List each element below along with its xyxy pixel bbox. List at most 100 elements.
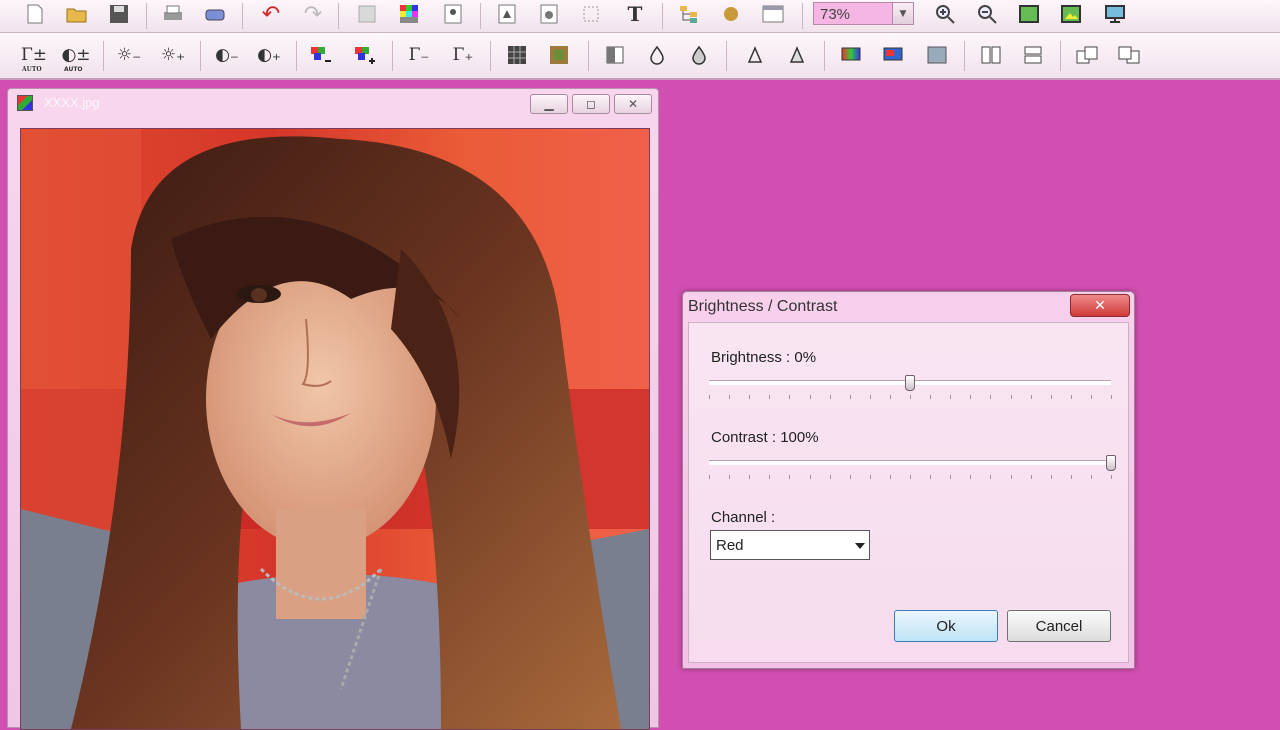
contrast-up-icon[interactable]: ◐₊ (254, 41, 284, 69)
window-icon[interactable] (758, 0, 788, 28)
brightness-ticks (709, 395, 1112, 401)
slider-tick (809, 395, 811, 399)
slider-tick (1050, 395, 1052, 399)
negative-icon[interactable] (922, 41, 952, 69)
slider-tick (729, 475, 731, 479)
slider-tick (1090, 475, 1092, 479)
minimize-button[interactable]: ▁ (530, 94, 568, 114)
zoom-combo[interactable]: 73% ▼ (813, 2, 914, 25)
filter-icon[interactable] (534, 0, 564, 28)
slider-tick (990, 395, 992, 399)
redo-icon[interactable]: ↷ (298, 0, 328, 28)
slider-tick (1010, 395, 1012, 399)
open-folder-icon[interactable] (62, 0, 92, 28)
fullscreen-icon[interactable] (1100, 0, 1130, 28)
slider-tick (1111, 475, 1112, 479)
triangle-shaded-icon[interactable] (782, 41, 812, 69)
zoom-value: 73% (820, 6, 851, 23)
flip-horizontal-icon[interactable] (976, 41, 1006, 69)
slider-tick (1030, 475, 1032, 479)
portrait-photo (21, 129, 649, 729)
slider-tick (769, 395, 771, 399)
mirror-icon[interactable] (600, 41, 630, 69)
close-button[interactable]: ✕ (614, 94, 652, 114)
rotate-right-icon[interactable] (1114, 41, 1144, 69)
brightness-down-icon[interactable]: ☼₋ (114, 41, 144, 69)
grid-icon[interactable] (502, 41, 532, 69)
ok-button[interactable]: Ok (894, 610, 998, 642)
gamma-down-icon[interactable]: Γ₋ (404, 41, 434, 69)
slider-tick (1070, 395, 1072, 399)
image-window: XXXX.jpg ▁ ◻ ✕ (7, 88, 659, 730)
scan-icon[interactable] (200, 0, 230, 28)
chevron-down-icon[interactable]: ▼ (892, 3, 913, 24)
photo-canvas[interactable] (20, 128, 650, 730)
color-balance-icon[interactable] (836, 41, 866, 69)
slider-tick (1010, 475, 1012, 479)
select-icon[interactable] (576, 0, 606, 28)
slider-tick (809, 475, 811, 479)
undo-icon[interactable]: ↶ (256, 0, 286, 28)
color-palette-icon[interactable] (394, 0, 424, 28)
actual-size-icon[interactable] (1056, 0, 1086, 28)
zoom-in-icon[interactable] (930, 0, 960, 28)
fit-window-icon[interactable] (1014, 0, 1044, 28)
image-window-title: XXXX.jpg (44, 95, 100, 110)
saturation-up-icon[interactable] (350, 41, 380, 69)
slider-tick (769, 475, 771, 479)
contrast-ticks (709, 475, 1112, 481)
slider-tick (950, 475, 952, 479)
slider-tick (709, 395, 710, 399)
text-tool-icon[interactable]: T (620, 0, 650, 28)
channel-select[interactable]: Red (710, 530, 870, 560)
crop-icon[interactable] (352, 0, 382, 28)
gamma-up-icon[interactable]: Γ₊ (448, 41, 478, 69)
save-icon[interactable] (104, 0, 134, 28)
slider-tick (869, 475, 871, 479)
slider-tick (990, 475, 992, 479)
slider-tick (709, 475, 710, 479)
maximize-button[interactable]: ◻ (572, 94, 610, 114)
contrast-label: Contrast : 100% (711, 429, 819, 446)
slider-tick (889, 475, 891, 479)
brightness-slider-thumb[interactable] (905, 375, 915, 391)
slider-tick (849, 475, 851, 479)
chevron-down-icon (855, 543, 865, 549)
slider-tick (1111, 395, 1112, 399)
zoom-out-icon[interactable] (972, 0, 1002, 28)
rotate-left-icon[interactable] (1072, 41, 1102, 69)
triangle-outline-icon[interactable] (740, 41, 770, 69)
auto-levels-icon[interactable]: Γ± AUTO (19, 41, 49, 73)
contrast-down-icon[interactable]: ◐₋ (212, 41, 242, 69)
blur-icon[interactable] (642, 41, 672, 69)
dialog-close-button[interactable]: ✕ (1070, 294, 1130, 317)
effects-icon[interactable] (438, 0, 468, 28)
auto-contrast-icon[interactable]: ◐± AUTO (61, 41, 91, 73)
main-toolbar: ↶ ↷ T 73% ▼ (0, 0, 1280, 33)
sharpen-icon[interactable] (684, 41, 714, 69)
adjust-icon[interactable] (492, 0, 522, 28)
flip-vertical-icon[interactable] (1018, 41, 1048, 69)
slider-tick (930, 395, 932, 399)
slider-tick (789, 395, 791, 399)
mosaic-icon[interactable] (544, 41, 574, 69)
contrast-track[interactable] (709, 460, 1111, 465)
saturation-down-icon[interactable] (306, 41, 336, 69)
slider-tick (1030, 395, 1032, 399)
screen-color-icon[interactable] (878, 41, 908, 69)
plugin-icon[interactable] (716, 0, 746, 28)
slider-tick (829, 475, 831, 479)
tree-icon[interactable] (674, 0, 704, 28)
adjust-toolbar: Γ± AUTO ◐± AUTO ☼₋ ☼₊ ◐₋ ◐₊ Γ₋ Γ₊ (0, 33, 1280, 80)
dialog-title: Brightness / Contrast (688, 298, 838, 315)
slider-tick (789, 475, 791, 479)
new-file-icon[interactable] (20, 0, 50, 28)
slider-tick (970, 395, 972, 399)
brightness-up-icon[interactable]: ☼₊ (158, 41, 188, 69)
contrast-slider-thumb[interactable] (1106, 455, 1116, 471)
brightness-label: Brightness : 0% (711, 349, 817, 366)
print-icon[interactable] (158, 0, 188, 28)
cancel-button[interactable]: Cancel (1007, 610, 1111, 642)
slider-tick (1070, 475, 1072, 479)
channel-label: Channel : (711, 509, 776, 526)
